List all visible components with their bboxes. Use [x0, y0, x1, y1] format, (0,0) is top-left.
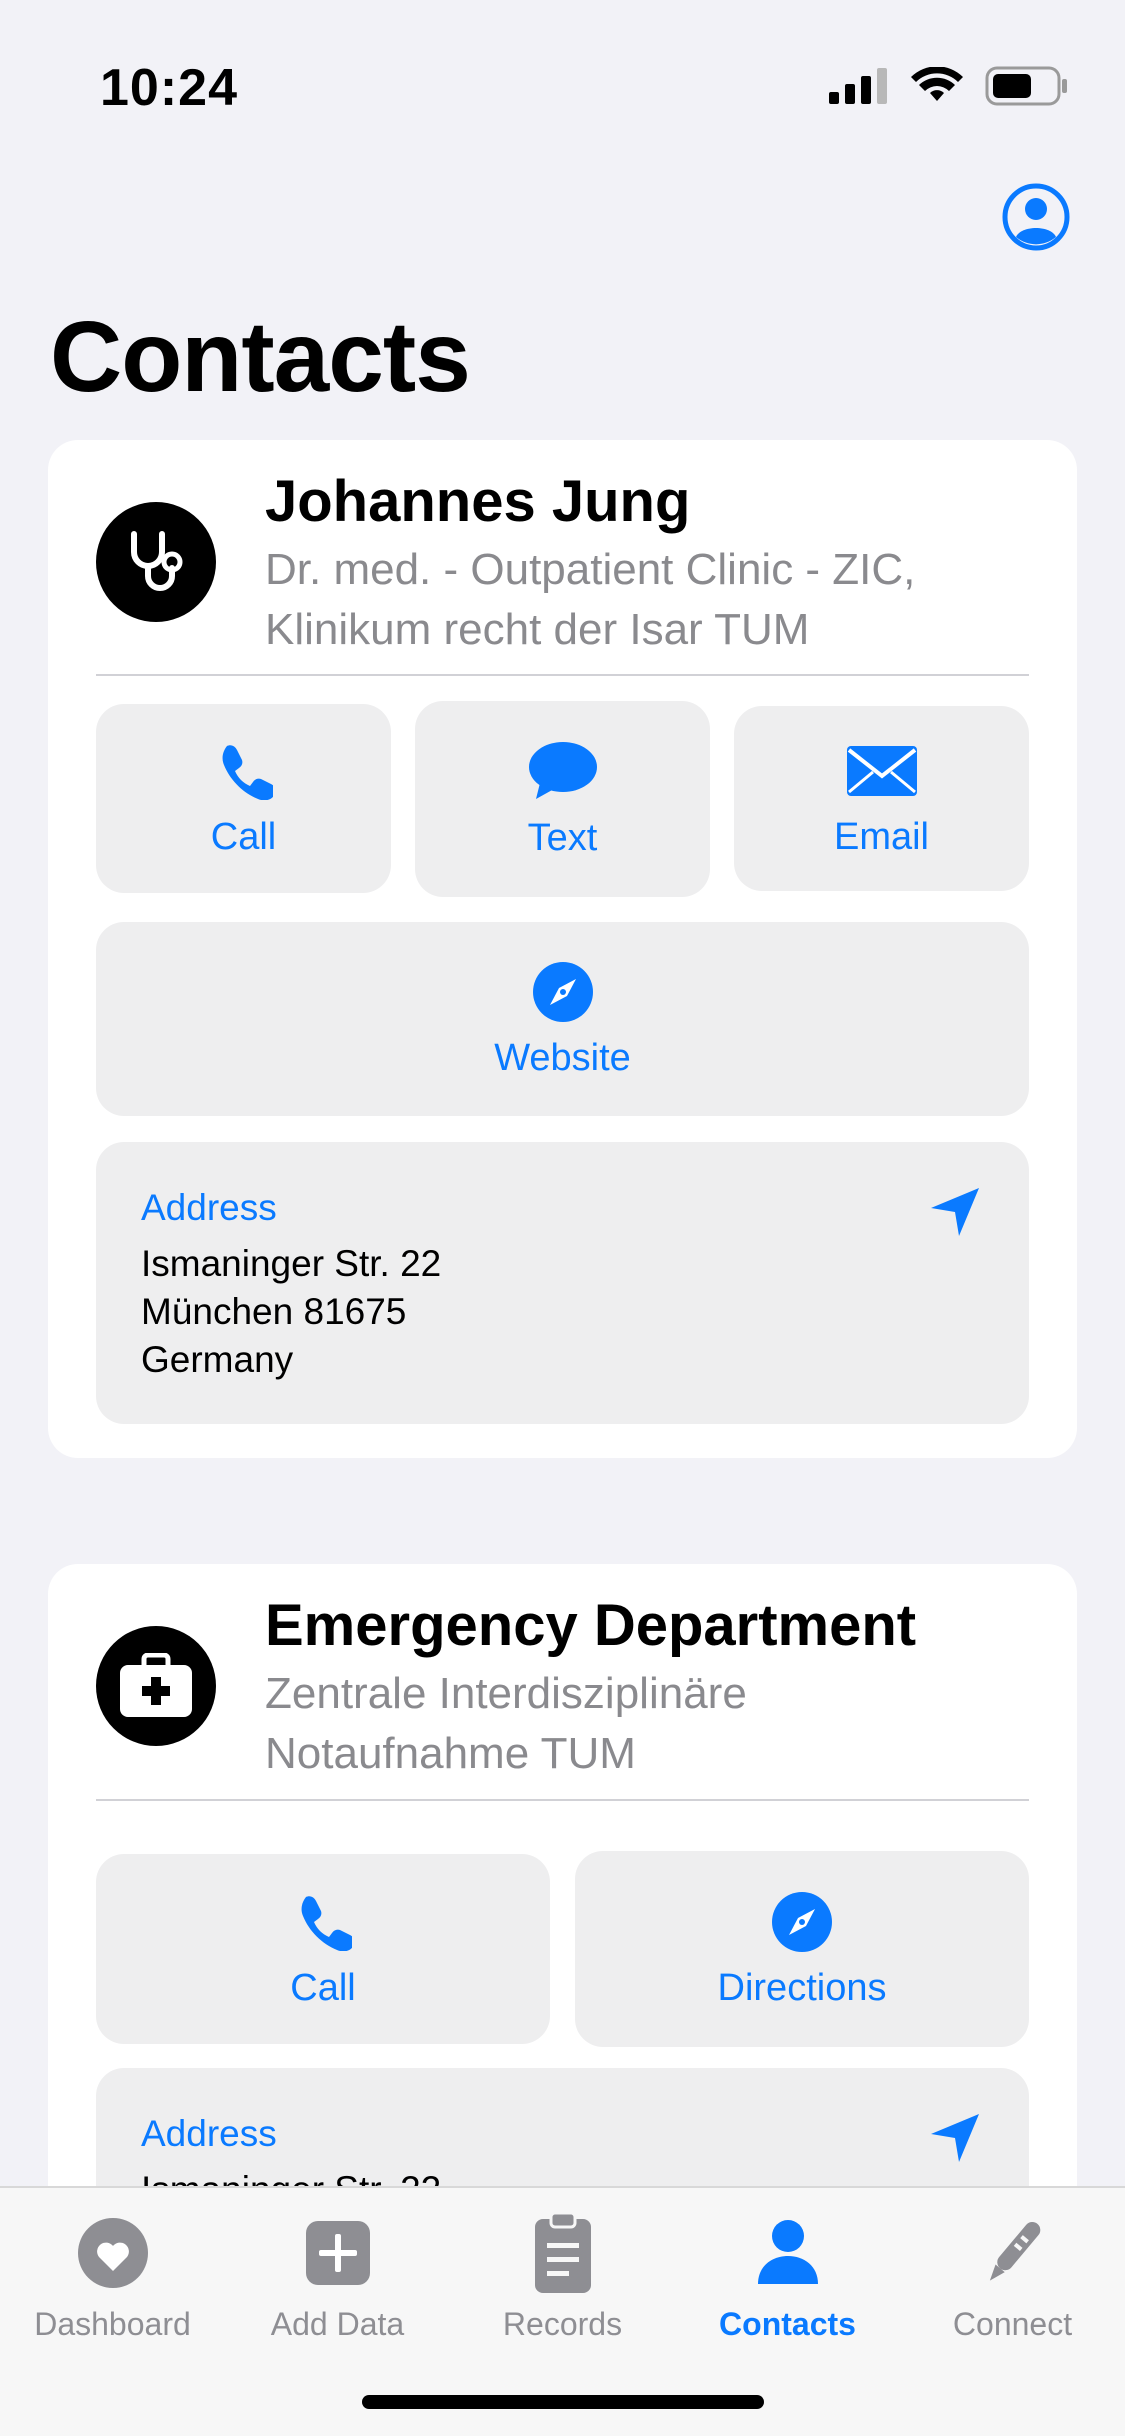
tab-add-data[interactable]: Add Data	[225, 2208, 450, 2343]
clipboard-icon	[534, 2211, 591, 2293]
contact-subtitle: Zentrale Interdisziplinäre Notaufnahme T…	[265, 1669, 747, 1778]
phone-icon	[222, 745, 273, 800]
contact-subtitle: Dr. med. - Outpatient Clinic - ZIC, Klin…	[265, 545, 916, 654]
navigate-button[interactable]	[929, 2112, 981, 2169]
website-button[interactable]: Website	[96, 922, 1029, 1116]
navigate-button[interactable]	[929, 1186, 981, 1243]
profile-button[interactable]	[1001, 182, 1071, 252]
directions-button[interactable]: Directions	[575, 1851, 1029, 2047]
compass-icon	[772, 1891, 832, 1952]
address-label: Address	[141, 1187, 277, 1228]
phone-icon	[301, 1895, 352, 1951]
envelope-icon	[846, 746, 917, 796]
heart-icon	[77, 2218, 148, 2288]
email-label: Email	[833, 816, 930, 858]
call-label: Call	[210, 816, 277, 858]
tab-connect[interactable]: Connect	[900, 2208, 1125, 2343]
website-label: Website	[494, 1036, 631, 1079]
contact-name: Johannes Jung	[265, 469, 691, 534]
battery-icon	[985, 66, 1067, 106]
call-label: Call	[290, 1966, 356, 2009]
contact-card: Johannes Jung Dr. med. - Outpatient Clin…	[48, 440, 1077, 1458]
address-line: München 81675	[141, 1291, 407, 1332]
page-title: Contacts	[50, 301, 471, 413]
tab-label: Contacts	[719, 2306, 856, 2342]
divider	[96, 674, 1029, 676]
directions-label: Directions	[717, 1966, 887, 2009]
contact-card: Emergency Department Zentrale Interdiszi…	[48, 1564, 1077, 2288]
tab-label: Records	[502, 2306, 623, 2342]
status-icons	[829, 66, 1069, 106]
location-arrow-icon	[931, 1188, 979, 1236]
thermometer-icon	[989, 2222, 1040, 2281]
compass-icon	[532, 961, 593, 1022]
address-line: Ismaninger Str. 22	[141, 1243, 442, 1284]
contact-avatar	[96, 1626, 216, 1746]
tab-label: Connect	[952, 2306, 1073, 2342]
tab-contacts[interactable]: Contacts	[675, 2208, 900, 2343]
contact-avatar	[96, 502, 216, 622]
plus-square-icon	[305, 2221, 370, 2285]
status-time: 10:24	[100, 59, 238, 117]
tab-records[interactable]: Records	[450, 2208, 675, 2343]
wifi-icon	[911, 67, 963, 101]
contact-name: Emergency Department	[265, 1593, 917, 1658]
tab-label: Add Data	[270, 2306, 405, 2342]
address-line: Germany	[141, 1339, 294, 1380]
cellular-signal-icon	[829, 68, 887, 104]
divider	[96, 1799, 1029, 1801]
text-label: Text	[527, 816, 598, 859]
message-bubble-icon	[528, 741, 597, 799]
stethoscope-icon	[131, 531, 183, 591]
home-indicator[interactable]	[362, 2395, 764, 2409]
address-lines: Ismaninger Str. 22 München 81675 Germany	[141, 1240, 441, 1384]
location-arrow-icon	[931, 2114, 979, 2162]
address-box[interactable]: Address Ismaninger Str. 22 München 81675…	[96, 1142, 1029, 1424]
call-button[interactable]: Call	[96, 1854, 550, 2044]
person-circle-icon	[1002, 183, 1070, 251]
medical-bag-icon	[120, 1653, 192, 1717]
text-button[interactable]: Text	[415, 701, 710, 897]
call-button[interactable]: Call	[96, 704, 391, 893]
tab-dashboard[interactable]: Dashboard	[0, 2208, 225, 2343]
status-bar: 10:24	[0, 0, 1125, 140]
person-icon	[757, 2220, 818, 2284]
email-button[interactable]: Email	[734, 706, 1029, 891]
tab-label: Dashboard	[34, 2306, 191, 2342]
address-label: Address	[141, 2113, 277, 2154]
